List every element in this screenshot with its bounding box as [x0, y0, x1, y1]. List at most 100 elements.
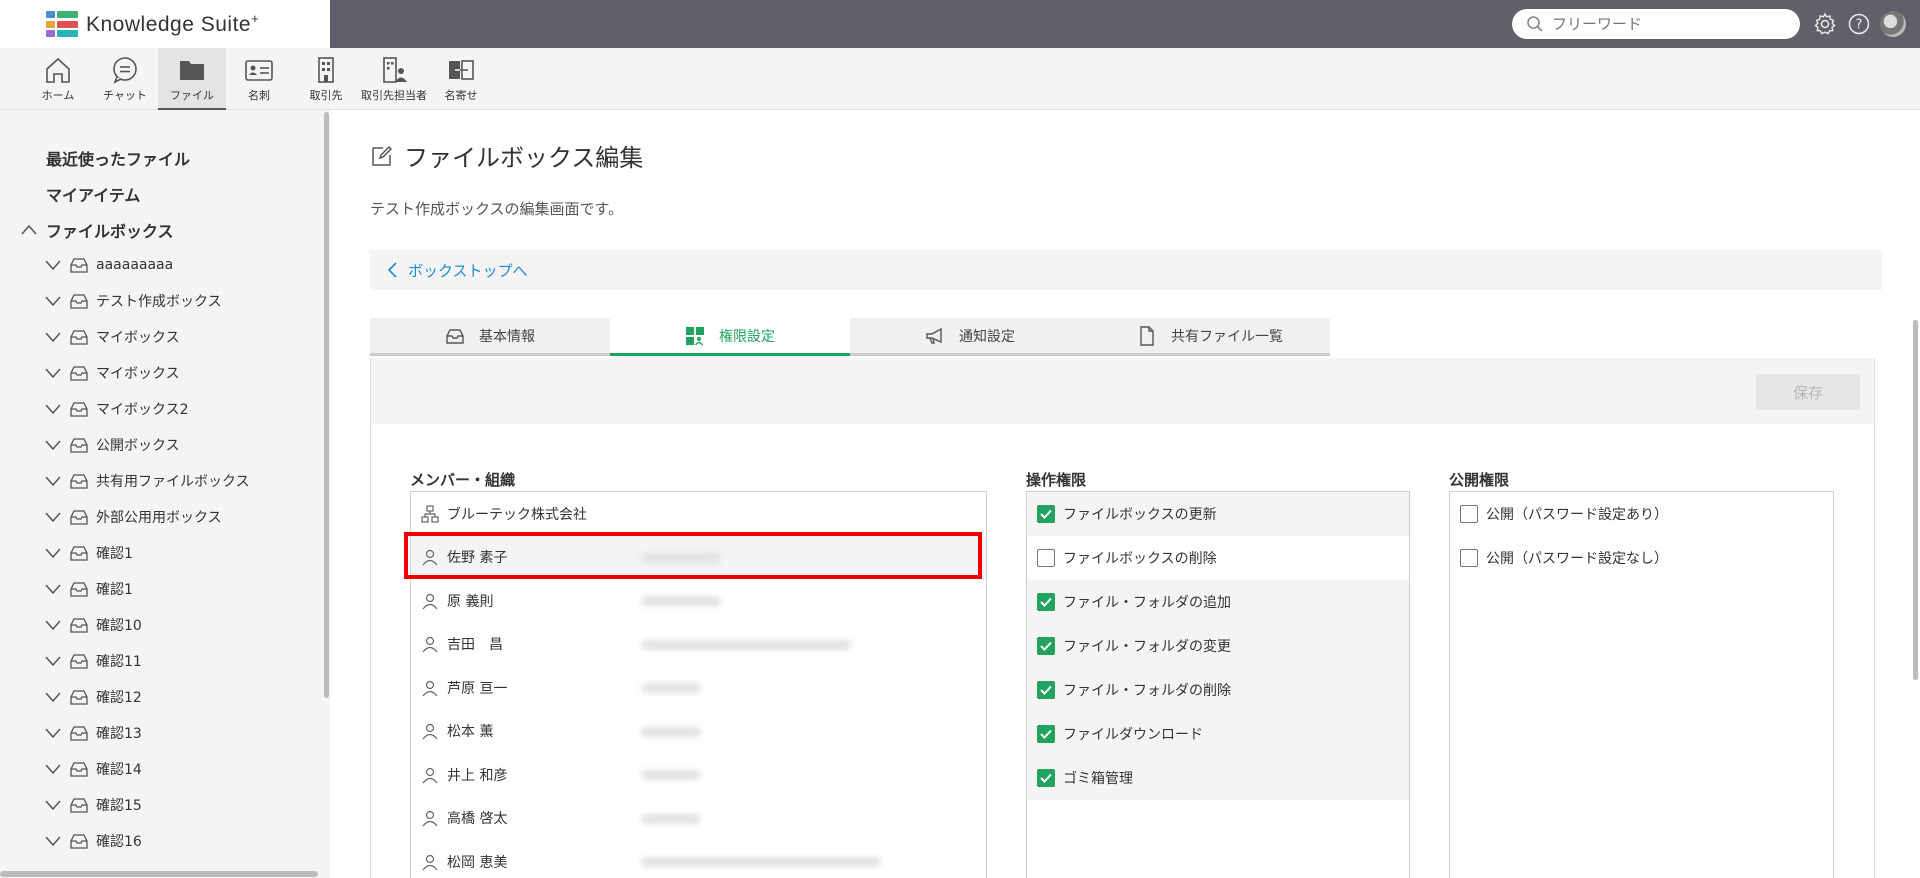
nav-item-business-card[interactable]: 名刺 — [225, 48, 293, 110]
public-checkbox[interactable] — [1460, 549, 1478, 567]
back-to-box-top-link[interactable]: ボックストップへ — [370, 250, 1882, 290]
sidebar-horizontal-scrollbar[interactable] — [0, 871, 318, 877]
chevron-down-icon — [45, 512, 61, 523]
permission-label: ファイル・フォルダの追加 — [1063, 595, 1231, 611]
sidebar-item-box[interactable]: 共有用ファイルボックス — [44, 467, 250, 495]
sidebar-item-box[interactable]: 確認11 — [44, 647, 142, 675]
sidebar-item-box[interactable]: マイボックス — [44, 359, 180, 387]
sidebar-item-label: 確認16 — [96, 834, 142, 850]
public-permission-row[interactable]: 公開（パスワード設定あり） — [1450, 492, 1832, 536]
person-icon — [422, 854, 438, 870]
permission-checkbox[interactable] — [1037, 681, 1055, 699]
chevron-down-icon — [45, 440, 61, 451]
permission-checkbox[interactable] — [1037, 637, 1055, 655]
tray-icon — [70, 330, 88, 345]
member-org-row[interactable]: ブルーテック株式会社 — [411, 492, 986, 535]
member-row[interactable]: 原 義則 — [411, 579, 986, 622]
tab-basic-info[interactable]: 基本情報 — [370, 318, 610, 356]
tray-icon — [70, 366, 88, 381]
sidebar-item-box[interactable]: マイボックス — [44, 323, 180, 351]
operation-permission-row[interactable]: ファイルダウンロード — [1027, 712, 1409, 756]
sidebar-item-label: 確認1 — [96, 546, 133, 562]
redacted-info — [641, 552, 721, 563]
sidebar-item-label: 確認13 — [96, 726, 142, 742]
search-input[interactable] — [1552, 15, 1772, 33]
sidebar-item-box[interactable]: 確認1 — [44, 575, 133, 603]
operation-permission-row[interactable]: ファイルボックスの更新 — [1027, 492, 1409, 536]
sidebar-item-recent-files[interactable]: 最近使ったファイル — [46, 146, 190, 170]
sidebar-item-box[interactable]: 確認13 — [44, 719, 142, 747]
sidebar-item-box[interactable]: 公開ボックス — [44, 431, 180, 459]
sidebar-item-box[interactable]: 確認1 — [44, 539, 133, 567]
sidebar-item-box[interactable]: aaaaaaaaa — [44, 251, 173, 279]
permission-checkbox[interactable] — [1037, 549, 1055, 567]
sidebar-item-label: 共有用ファイルボックス — [96, 474, 250, 490]
member-row[interactable]: 井上 和彦 — [411, 753, 986, 796]
home-icon — [46, 57, 70, 83]
permission-checkbox[interactable] — [1037, 725, 1055, 743]
member-row[interactable]: 松本 薫 — [411, 710, 986, 753]
sidebar-item-label: 外部公用用ボックス — [96, 510, 222, 526]
member-row[interactable]: 高橋 啓太 — [411, 797, 986, 840]
avatar[interactable] — [1880, 11, 1906, 37]
chevron-down-icon — [45, 548, 61, 559]
permission-label: ファイル・フォルダの変更 — [1063, 639, 1231, 655]
operation-permission-row[interactable]: ゴミ箱管理 — [1027, 756, 1409, 800]
folder-icon — [180, 61, 204, 80]
operation-permission-row[interactable]: ファイル・フォルダの変更 — [1027, 624, 1409, 668]
gear-icon[interactable] — [1812, 11, 1838, 37]
tray-icon — [70, 834, 88, 849]
operation-permission-row[interactable]: ファイル・フォルダの削除 — [1027, 668, 1409, 712]
sidebar-item-box[interactable]: テスト作成ボックス — [44, 287, 222, 315]
permission-checkbox[interactable] — [1037, 505, 1055, 523]
permission-checkbox[interactable] — [1037, 769, 1055, 787]
member-row[interactable]: 佐野 素子 — [411, 535, 986, 579]
sidebar-item-box[interactable]: 確認15 — [44, 791, 142, 819]
member-name: 井上 和彦 — [447, 767, 508, 784]
nav-item-merge[interactable]: 名寄せ — [427, 48, 495, 110]
public-permission-row[interactable]: 公開（パスワード設定なし） — [1450, 536, 1832, 580]
chevron-down-icon — [45, 584, 61, 595]
permission-checkbox[interactable] — [1037, 593, 1055, 611]
member-row[interactable]: 吉田 昌 — [411, 623, 986, 666]
sidebar-item-box[interactable]: マイボックス2 — [44, 395, 189, 423]
logo[interactable]: Knowledge Suite+ — [0, 0, 330, 48]
chevron-down-icon — [45, 332, 61, 343]
tab-permissions[interactable]: 権限設定 — [610, 318, 850, 356]
sidebar-item-label: 確認1 — [96, 582, 133, 598]
app-name: Knowledge Suite+ — [86, 11, 260, 36]
nav-item-contacts[interactable]: 取引先担当者 — [360, 48, 428, 110]
sidebar-scrollbar[interactable] — [324, 112, 329, 698]
member-row[interactable]: 松岡 恵美 — [411, 840, 986, 878]
operation-permission-row[interactable]: ファイルボックスの削除 — [1027, 536, 1409, 580]
sidebar-item-box[interactable]: 確認12 — [44, 683, 142, 711]
redacted-info — [641, 639, 851, 650]
search-icon — [1527, 16, 1543, 32]
sidebar-item-box[interactable]: 確認16 — [44, 827, 142, 855]
member-row[interactable]: 芦原 亘一 — [411, 666, 986, 709]
tab-shared-files[interactable]: 共有ファイル一覧 — [1090, 318, 1330, 356]
nav-item-file[interactable]: ファイル — [158, 48, 226, 110]
megaphone-icon — [926, 327, 942, 344]
sidebar-item-my-items[interactable]: マイアイテム — [46, 182, 140, 206]
save-button[interactable]: 保存 — [1756, 374, 1860, 410]
public-checkbox[interactable] — [1460, 505, 1478, 523]
member-name: 松岡 恵美 — [447, 854, 508, 871]
help-icon[interactable]: ? — [1846, 11, 1872, 37]
operation-permission-row[interactable]: ファイル・フォルダの追加 — [1027, 580, 1409, 624]
sidebar-item-box[interactable]: 確認14 — [44, 755, 142, 783]
search-box[interactable] — [1512, 9, 1800, 39]
permission-label: ゴミ箱管理 — [1063, 771, 1133, 787]
tab-notifications[interactable]: 通知設定 — [850, 318, 1090, 356]
sidebar-item-label: マイボックス — [96, 330, 180, 346]
main-scrollbar[interactable] — [1913, 320, 1918, 680]
sidebar-item-filebox[interactable]: ファイルボックス — [20, 218, 174, 242]
nav-item-home[interactable]: ホーム — [24, 48, 92, 110]
sidebar-item-box[interactable]: 外部公用用ボックス — [44, 503, 222, 531]
nav-item-chat[interactable]: チャット — [91, 48, 159, 110]
tray-icon — [70, 654, 88, 669]
edit-icon — [372, 145, 393, 166]
nav-item-accounts[interactable]: 取引先 — [292, 48, 360, 110]
sidebar-item-box[interactable]: 確認10 — [44, 611, 142, 639]
redacted-info — [641, 726, 701, 737]
